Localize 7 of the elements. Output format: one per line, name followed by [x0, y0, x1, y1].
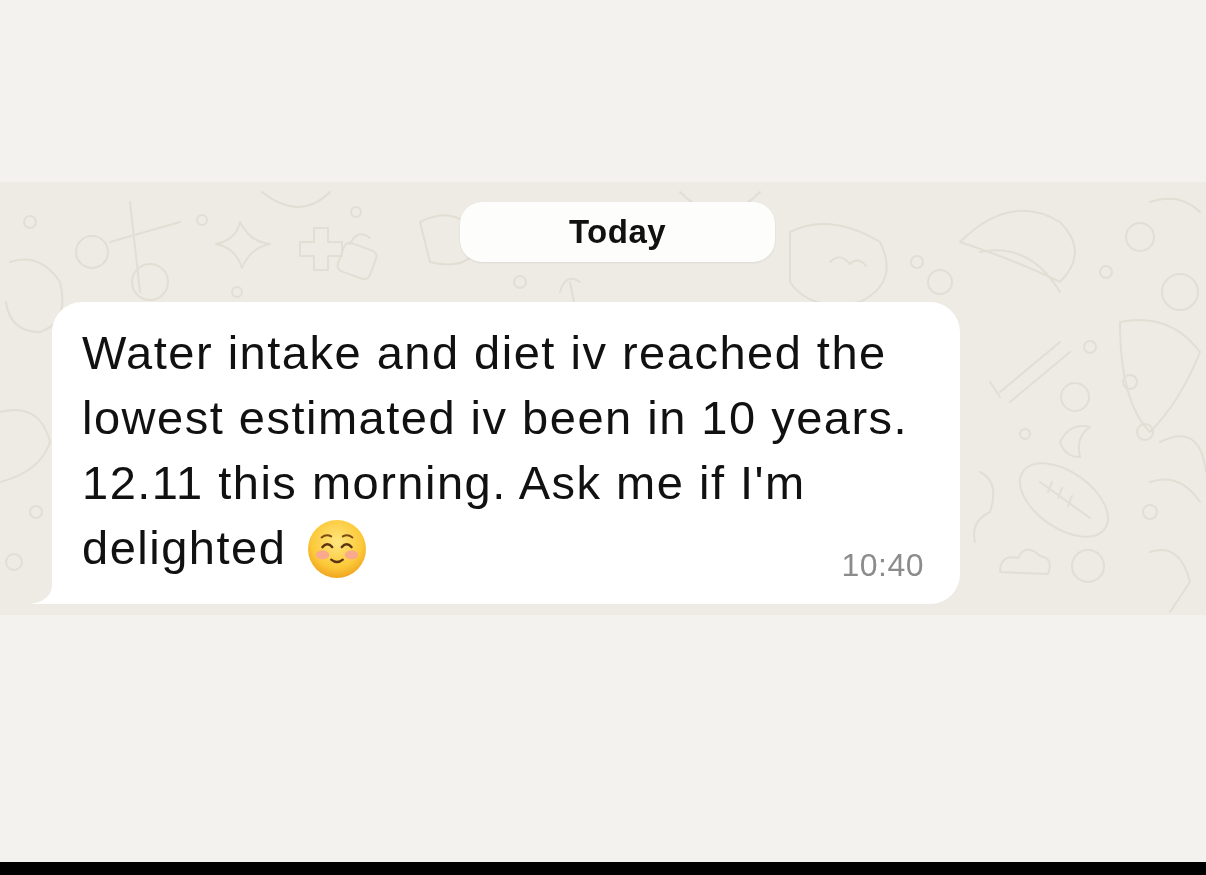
message-text: Water intake and diet iv reached the: [82, 325, 887, 381]
message-time: 10:40: [841, 549, 924, 581]
message-text: 12.11 this morning. Ask me if I'm: [82, 455, 806, 511]
message-text: lowest estimated iv been in 10 years.: [82, 390, 909, 446]
message-text: delighted: [82, 520, 287, 576]
smiling-face-icon: [308, 520, 367, 578]
date-divider: Today: [460, 202, 775, 262]
